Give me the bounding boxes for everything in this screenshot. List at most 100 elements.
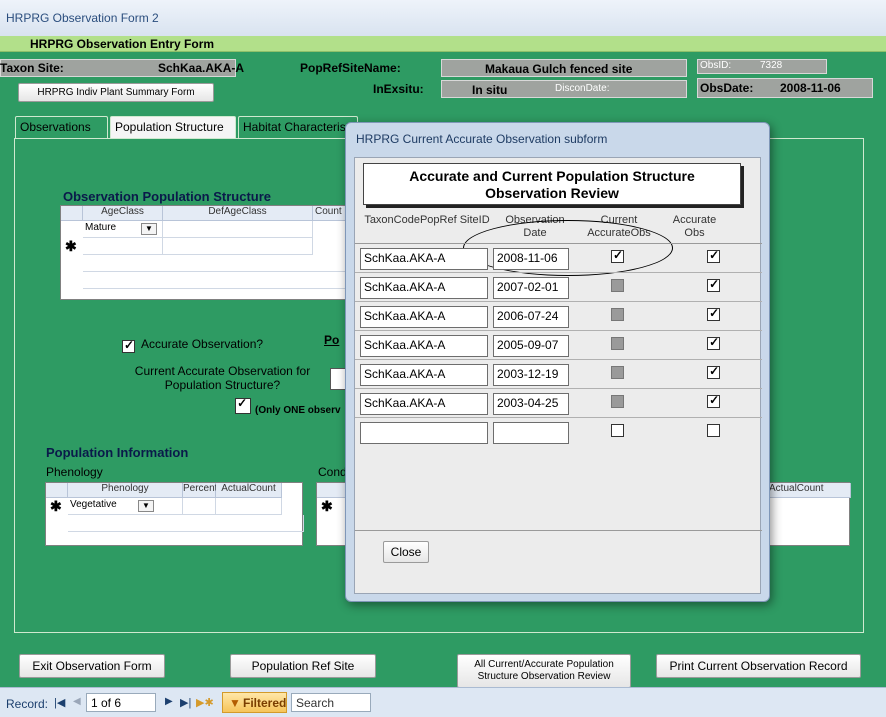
- defageclass-cell[interactable]: [163, 221, 313, 238]
- table-row[interactable]: Mature ▼: [83, 221, 163, 238]
- print-observation-record-button[interactable]: Print Current Observation Record: [656, 654, 861, 678]
- search-field[interactable]: Search: [291, 693, 371, 712]
- phenology-grid: Phenology Percent ActualCount ✱ Vegetati…: [45, 482, 304, 546]
- accurate-observation-checkbox[interactable]: [122, 338, 135, 353]
- filtered-toggle[interactable]: ▼ Filtered: [222, 692, 287, 713]
- accurate-checkbox[interactable]: [707, 424, 721, 437]
- table-row[interactable]: SchKaa.AKA-A 2007-02-01: [355, 274, 762, 302]
- population-ref-site-button[interactable]: Population Ref Site: [230, 654, 376, 678]
- next-record-icon[interactable]: ▶: [165, 696, 173, 707]
- obs-date-field[interactable]: [493, 422, 569, 444]
- accurate-checkbox[interactable]: [707, 248, 721, 263]
- site-id-field[interactable]: SchKaa.AKA-A: [360, 393, 488, 415]
- percent-cell[interactable]: [183, 498, 216, 515]
- new-record-icon: ✱: [50, 498, 62, 514]
- record-label: Record:: [6, 697, 49, 711]
- current-accurate-checkbox[interactable]: [611, 248, 624, 263]
- obs-date-field[interactable]: 2003-04-25: [493, 393, 569, 415]
- obs-date-field[interactable]: 2005-09-07: [493, 335, 569, 357]
- discon-label: DisconDate:: [555, 83, 610, 94]
- table-row[interactable]: SchKaa.AKA-A 2003-12-19: [355, 361, 762, 389]
- popup-title: HRPRG Current Accurate Observation subfo…: [356, 132, 608, 146]
- accurate-checkbox[interactable]: [707, 335, 721, 350]
- ageclass-cell[interactable]: Mature: [85, 222, 116, 233]
- all-current-accurate-review-button[interactable]: All Current/Accurate Population Structur…: [457, 654, 631, 688]
- indiv-plant-summary-button[interactable]: HRPRG Indiv Plant Summary Form: [18, 83, 214, 102]
- population-info-title: Population Information: [46, 445, 189, 460]
- col-header-accurate: Accurate Obs: [672, 214, 717, 239]
- new-record-nav-icon[interactable]: ▶✱: [196, 696, 214, 709]
- footer-divider: [355, 530, 762, 531]
- current-accurate-checkbox[interactable]: [611, 424, 624, 437]
- obs-date-field[interactable]: 2008-11-06: [493, 248, 569, 270]
- taxon-site-value[interactable]: SchKaa.AKA-A: [158, 61, 244, 75]
- close-button[interactable]: Close: [383, 541, 429, 563]
- popup-rows: SchKaa.AKA-A 2008-11-06 SchKaa.AKA-A 200…: [355, 245, 762, 445]
- table-row[interactable]: SchKaa.AKA-A 2008-11-06: [355, 245, 762, 273]
- col-actualcount: ActualCount: [769, 483, 851, 498]
- current-accurate-checkbox[interactable]: [611, 395, 624, 408]
- current-accurate-checkbox[interactable]: [235, 396, 252, 414]
- inexsitu-value[interactable]: In situ: [472, 83, 507, 97]
- tab-observations[interactable]: Observations: [15, 116, 108, 138]
- dropdown-arrow-icon[interactable]: ▼: [141, 223, 157, 235]
- tab-population-structure[interactable]: Population Structure: [110, 116, 236, 138]
- actualcount-cell[interactable]: [216, 498, 282, 515]
- popup-content: Accurate and Current Population Structur…: [354, 157, 762, 594]
- site-id-field[interactable]: SchKaa.AKA-A: [360, 306, 488, 328]
- obsid-label: ObsID:: [700, 60, 732, 71]
- table-row[interactable]: SchKaa.AKA-A 2006-07-24: [355, 303, 762, 331]
- record-position-field[interactable]: 1 of 6: [86, 693, 156, 712]
- window-title: HRPRG Observation Form 2: [6, 11, 159, 25]
- site-id-field[interactable]: SchKaa.AKA-A: [360, 364, 488, 386]
- prev-record-icon[interactable]: ◀: [73, 696, 81, 707]
- obs-date-field[interactable]: 2006-07-24: [493, 306, 569, 328]
- empty-row: [68, 515, 304, 532]
- current-accurate-checkbox[interactable]: [611, 279, 624, 292]
- col-phenology: Phenology: [68, 483, 183, 498]
- empty-row: [83, 272, 351, 289]
- obsdate-value[interactable]: 2008-11-06: [780, 81, 841, 95]
- po-partial-field[interactable]: [330, 368, 346, 390]
- new-row-cell[interactable]: [163, 238, 313, 255]
- obsdate-label: ObsDate:: [700, 81, 754, 95]
- form-title: HRPRG Observation Entry Form: [0, 36, 886, 52]
- phenology-cell[interactable]: Vegetative: [70, 499, 117, 510]
- obsid-value[interactable]: 7328: [760, 60, 782, 71]
- current-accurate-checkbox[interactable]: [611, 366, 624, 379]
- table-row[interactable]: SchKaa.AKA-A 2003-04-25: [355, 390, 762, 418]
- accurate-checkbox[interactable]: [707, 277, 721, 292]
- current-accurate-checkbox[interactable]: [611, 337, 624, 350]
- new-row-cell[interactable]: [83, 238, 163, 255]
- dropdown-arrow-icon[interactable]: ▼: [138, 500, 154, 512]
- accurate-checkbox[interactable]: [707, 306, 721, 321]
- current-accurate-label: Current Accurate Observation for Populat…: [134, 364, 311, 392]
- accurate-checkbox[interactable]: [707, 393, 721, 408]
- table-row[interactable]: SchKaa.AKA-A 2005-09-07: [355, 332, 762, 360]
- col-header-site: TaxonCodePopRef SiteID: [364, 214, 490, 226]
- obs-date-field[interactable]: 2003-12-19: [493, 364, 569, 386]
- grid-select-all[interactable]: [61, 206, 83, 221]
- pop-structure-grid: AgeClass DefAgeClass Count Mature ▼ ✱: [60, 205, 351, 300]
- header-divider: [355, 243, 762, 244]
- tab-habitat-characteristics[interactable]: Habitat Characteristics: [238, 116, 358, 138]
- popref-value[interactable]: Makaua Gulch fenced site: [485, 62, 632, 76]
- current-accurate-checkbox[interactable]: [611, 308, 624, 321]
- table-row[interactable]: [355, 419, 762, 447]
- popup-heading: Accurate and Current Population Structur…: [409, 168, 695, 201]
- exit-observation-form-button[interactable]: Exit Observation Form: [19, 654, 165, 678]
- window-title-bar: HRPRG Observation Form 2: [0, 0, 886, 36]
- last-record-icon[interactable]: ▶|: [180, 696, 191, 709]
- site-id-field[interactable]: SchKaa.AKA-A: [360, 335, 488, 357]
- accurate-checkbox[interactable]: [707, 364, 721, 379]
- obs-pop-structure-title: Observation Population Structure: [63, 189, 272, 204]
- table-row[interactable]: Vegetative ▼: [68, 498, 183, 515]
- grid-select-all[interactable]: [46, 483, 68, 498]
- site-id-field[interactable]: SchKaa.AKA-A: [360, 248, 488, 270]
- first-record-icon[interactable]: |◀: [54, 696, 65, 709]
- po-partial-label: Po: [324, 333, 340, 347]
- new-record-icon: ✱: [65, 238, 77, 254]
- obs-date-field[interactable]: 2007-02-01: [493, 277, 569, 299]
- site-id-field[interactable]: SchKaa.AKA-A: [360, 277, 488, 299]
- site-id-field[interactable]: [360, 422, 488, 444]
